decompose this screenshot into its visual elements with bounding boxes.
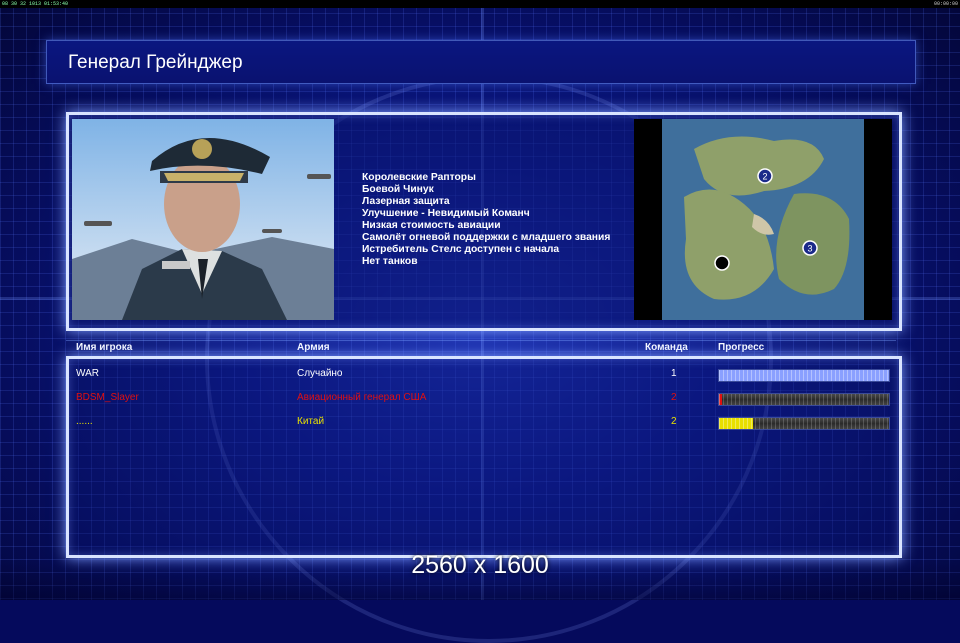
player-team: 1 <box>671 368 677 379</box>
general-features-list: Королевские Рапторы Боевой Чинук Лазерна… <box>362 172 610 268</box>
progress-fill <box>719 394 723 405</box>
feature-item: Нет танков <box>362 256 418 267</box>
feature-item: Улучшение - Невидимый Команч <box>362 208 530 219</box>
feature-item: Самолёт огневой поддержки с младшего зва… <box>362 232 611 243</box>
page-title: Генерал Грейнджер <box>68 52 243 73</box>
player-name: BDSM_Slayer <box>76 392 139 403</box>
player-army: Случайно <box>297 368 343 379</box>
minimap-start-marker: 2 <box>757 168 773 184</box>
status-right: 00:00:00 <box>933 1 958 7</box>
status-bar: 08 30 32 1013 01:53:40 00:00:00 <box>0 0 960 8</box>
minimap-start-marker: 3 <box>802 240 818 256</box>
header-progress: Прогресс <box>718 342 765 353</box>
progress-bar <box>718 393 890 406</box>
player-name: ...... <box>76 416 93 427</box>
minimap: 2 3 <box>634 119 892 320</box>
feature-item: Лазерная защита <box>362 196 450 207</box>
svg-text:2: 2 <box>762 172 767 182</box>
player-army: Авиационный генерал США <box>297 392 427 403</box>
player-team: 2 <box>671 392 677 403</box>
title-bar: Генерал Грейнджер <box>46 40 916 84</box>
status-left: 08 30 32 1013 01:53:40 <box>2 1 69 7</box>
feature-item: Королевские Рапторы <box>362 172 476 183</box>
feature-item: Низкая стоимость авиации <box>362 220 501 231</box>
svg-text:3: 3 <box>807 244 812 254</box>
players-panel <box>66 356 902 558</box>
progress-fill <box>719 370 889 381</box>
player-army: Китай <box>297 416 325 427</box>
progress-bar <box>718 417 890 430</box>
resolution-label: 2560 x 1600 <box>411 551 549 579</box>
header-army: Армия <box>297 342 330 353</box>
general-portrait <box>72 119 334 320</box>
header-team: Команда <box>645 342 688 353</box>
feature-item: Истребитель Стелс доступен с начала <box>362 244 560 255</box>
feature-item: Боевой Чинук <box>362 184 434 195</box>
progress-fill <box>719 418 753 429</box>
divider <box>66 340 896 341</box>
header-player-name: Имя игрока <box>76 342 133 353</box>
minimap-start-marker <box>714 255 730 271</box>
player-name: WAR <box>76 368 99 379</box>
player-team: 2 <box>671 416 677 427</box>
progress-bar <box>718 369 890 382</box>
